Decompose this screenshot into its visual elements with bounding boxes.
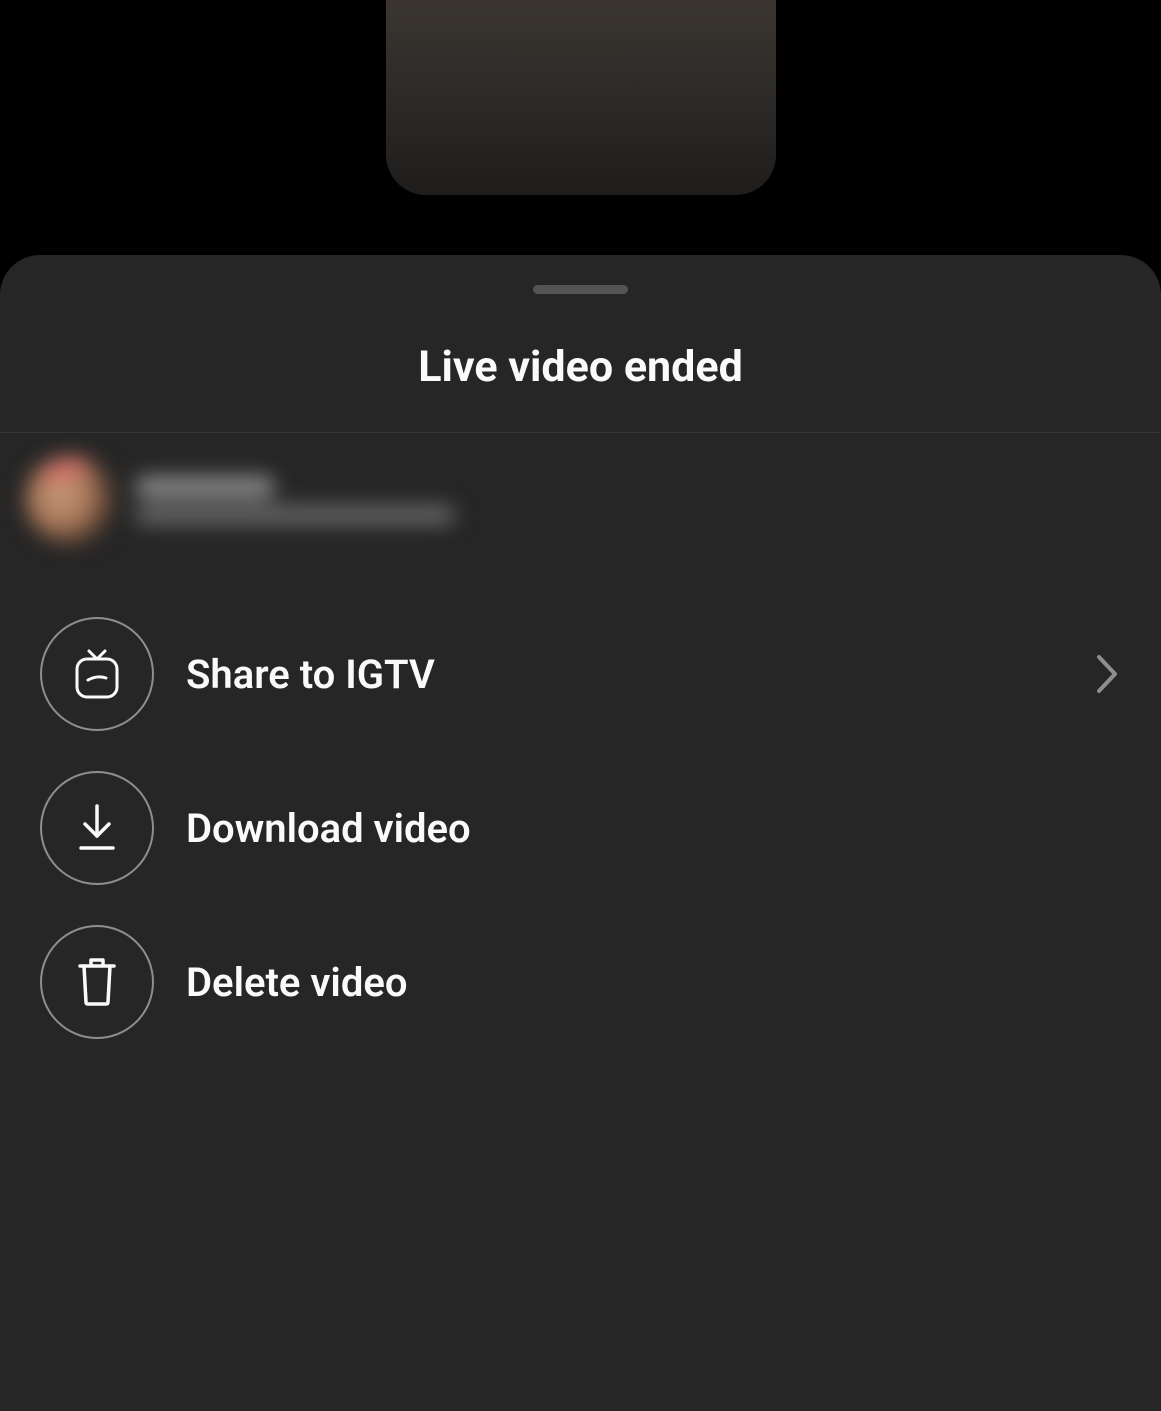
- bottom-sheet: Live video ended Share to IGTV: [0, 255, 1161, 1411]
- option-label: Share to IGTV: [186, 651, 1061, 698]
- drag-handle[interactable]: [533, 285, 628, 294]
- options-list: Share to IGTV Download video: [0, 597, 1161, 1059]
- download-video-option[interactable]: Download video: [40, 751, 1121, 905]
- igtv-icon: [40, 617, 154, 731]
- option-label: Delete video: [186, 959, 1121, 1006]
- share-to-igtv-option[interactable]: Share to IGTV: [40, 597, 1121, 751]
- username-placeholder: [135, 476, 275, 498]
- video-preview-thumbnail: [386, 0, 776, 195]
- trash-icon: [40, 925, 154, 1039]
- option-label: Download video: [186, 805, 1121, 852]
- delete-video-option[interactable]: Delete video: [40, 905, 1121, 1059]
- user-subtitle-placeholder: [135, 506, 455, 524]
- download-icon: [40, 771, 154, 885]
- avatar: [25, 455, 115, 545]
- chevron-right-icon: [1093, 651, 1121, 697]
- user-info-row: [0, 433, 1161, 567]
- sheet-title: Live video ended: [0, 342, 1161, 432]
- user-text-block: [135, 476, 455, 524]
